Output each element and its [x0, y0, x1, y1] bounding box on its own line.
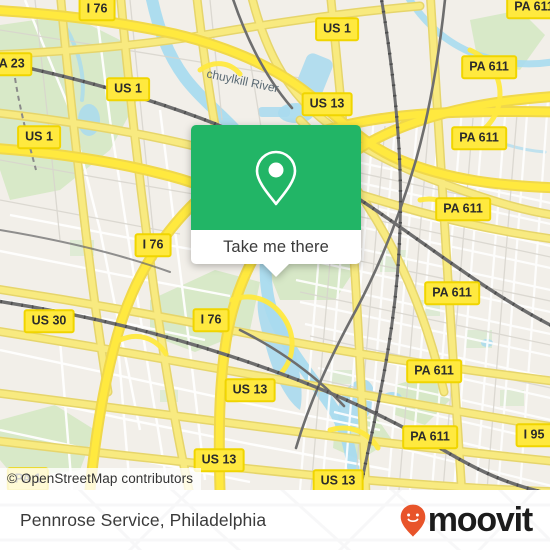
road-shield: PA 611 — [424, 281, 480, 305]
road-shield: PA 23 — [0, 52, 33, 76]
road-shield: US 13 — [224, 378, 276, 402]
moovit-logo[interactable]: moovit — [400, 501, 533, 539]
road-shield: I 95 — [515, 423, 550, 447]
map-canvas[interactable]: I 76 US 1 PA 611 PA 23 US 1 US 13 PA 611 US 1 PA… — [0, 0, 550, 490]
road-shield: I 76 — [192, 308, 230, 332]
road-shield: PA 611 — [435, 197, 491, 221]
road-shield: US 1 — [106, 77, 150, 101]
popup-tail-pointer — [263, 264, 289, 277]
location-title: Pennrose Service, Philadelphia — [20, 509, 267, 530]
map-pin-icon — [255, 150, 297, 205]
moovit-map-page: I 76 US 1 PA 611 PA 23 US 1 US 13 PA 611 US 1 PA… — [0, 0, 550, 550]
road-shield: I 76 — [78, 0, 116, 21]
road-shield: US 13 — [301, 92, 353, 116]
road-shield: US 1 — [315, 17, 359, 41]
page-footer: Pennrose Service, Philadelphia moovit — [0, 490, 550, 550]
road-shield: US 13 — [312, 469, 364, 490]
road-shield: PA 611 — [506, 0, 550, 19]
moovit-smiley-pin-icon — [400, 504, 426, 537]
road-shield: US 13 — [193, 448, 245, 472]
moovit-wordmark: moovit — [427, 501, 533, 539]
osm-attribution[interactable]: © OpenStreetMap contributors — [0, 468, 202, 490]
road-shield: PA 611 — [406, 359, 462, 383]
location-popup-card[interactable]: Take me there — [191, 125, 361, 277]
take-me-there-button[interactable]: Take me there — [191, 230, 361, 264]
road-shield: PA 611 — [451, 126, 507, 150]
road-shield: I 76 — [134, 233, 172, 257]
popup-icon-panel — [191, 125, 361, 230]
take-me-there-label: Take me there — [223, 237, 329, 256]
road-shield: US 30 — [23, 309, 75, 333]
road-shield: US 1 — [17, 125, 61, 149]
road-shield: PA 611 — [461, 55, 517, 79]
road-shield: PA 611 — [402, 425, 458, 449]
